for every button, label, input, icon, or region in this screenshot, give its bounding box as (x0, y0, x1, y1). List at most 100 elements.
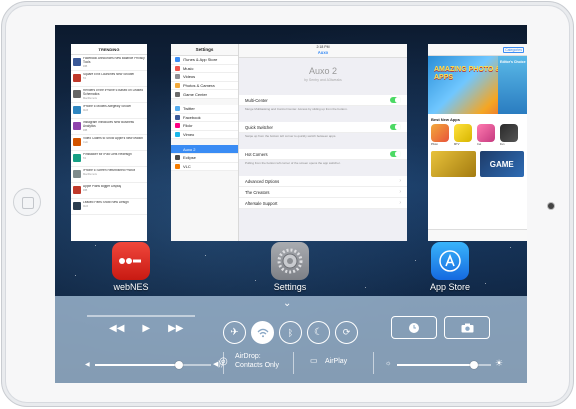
trending-thumbnail (73, 74, 81, 82)
app-icon[interactable] (454, 124, 472, 142)
webnes-icon[interactable] (112, 242, 150, 280)
app-card-settings[interactable]: Settings iTunes & App Store Music Videos Ph… (171, 44, 407, 241)
trending-item[interactable]: Apple Plans Bigger Display iDB (71, 183, 147, 199)
settings-item-label: Videos (183, 74, 196, 80)
trending-item[interactable]: Instagram Introduces New Business Analyt… (71, 119, 147, 135)
settings-row[interactable]: Advanced Options › (239, 176, 407, 187)
app-icon-row (428, 124, 527, 142)
settings-sidebar-item[interactable]: Eclipse (171, 153, 238, 163)
settings-item-label: Auxo 2 (183, 146, 196, 152)
trending-item[interactable]: Leaked Parts Show New Design 9to5 (71, 199, 147, 215)
settings-sidebar-item[interactable]: Flickr (171, 122, 238, 131)
trending-thumbnail (73, 122, 81, 130)
settings-sidebar-item[interactable]: Vimeo (171, 130, 238, 140)
airplay-icon[interactable]: ▭ (310, 356, 318, 365)
chevron-right-icon: › (399, 189, 401, 195)
settings-row[interactable]: Aftersale Support › (239, 198, 407, 209)
volume-fill (95, 364, 179, 366)
play-icon[interactable]: ▶ (142, 323, 150, 334)
trending-thumbnail (73, 106, 81, 114)
settings-sidebar-item[interactable]: Twitter (171, 104, 238, 114)
settings-sidebar-item[interactable]: iTunes & App Store (171, 56, 238, 65)
divider (293, 352, 294, 374)
feature-row: GAME (431, 151, 524, 178)
settings-sidebar-item[interactable]: Videos (171, 73, 238, 82)
app-name: Photo (431, 143, 438, 146)
feature-tile-game[interactable]: GAME (479, 151, 524, 178)
airdrop-label[interactable]: AirDrop: (235, 353, 261, 360)
camera-button[interactable] (444, 316, 490, 339)
settings-gear-icon[interactable] (271, 242, 309, 280)
toggle-switch[interactable] (390, 150, 401, 158)
clock-button[interactable] (391, 316, 437, 339)
hero-subtitle: by Sentry and A3tweaks (304, 78, 342, 82)
wifi-icon[interactable] (251, 321, 274, 344)
toggle-switch[interactable] (390, 96, 401, 104)
app-label-appstore: App Store (429, 282, 471, 292)
chevron-right-icon: › (399, 178, 401, 184)
next-track-icon[interactable]: ▶▶ (168, 323, 183, 334)
settings-item-icon (175, 114, 180, 120)
volume-knob[interactable] (174, 361, 183, 369)
grabber-chevron-icon[interactable]: ⌄ (283, 299, 291, 309)
app-card-trending[interactable]: TRENDING Facebook Announces New Balance … (71, 44, 147, 241)
airdrop-value[interactable]: Contacts Only (235, 362, 279, 369)
settings-row-label: The Creators (245, 189, 270, 195)
scrubber-track[interactable] (87, 315, 195, 317)
brightness-slider[interactable] (397, 361, 491, 369)
settings-sidebar-item[interactable]: Facebook (171, 113, 238, 123)
wifi-glyph-icon (257, 328, 268, 337)
screen: TRENDING Facebook Announces New Balance … (55, 25, 527, 383)
settings-item-label: Flickr (183, 123, 193, 129)
trending-item[interactable]: Facebook Announces New Balance Privacy T… (71, 55, 147, 71)
settings-row[interactable]: The Creators › (239, 187, 407, 198)
settings-item-label: Facebook (183, 114, 201, 120)
trending-text: Facebook Announces New Balance Privacy T… (83, 57, 145, 69)
app-name: Fun (500, 143, 505, 146)
settings-item-label: Game Center (183, 91, 208, 97)
rotation-lock-icon[interactable]: ⟳ (335, 321, 358, 344)
trending-item[interactable]: Square Enix Launches New Shooter TA (71, 71, 147, 87)
airdrop-icon[interactable]: ◎ (219, 356, 228, 367)
settings-sidebar-item[interactable]: Game Center (171, 90, 238, 99)
airplay-label[interactable]: AirPlay (325, 358, 347, 365)
brightness-knob[interactable] (470, 361, 479, 369)
home-button[interactable] (13, 188, 41, 216)
settings-item-icon (175, 65, 180, 71)
airplane-mode-icon[interactable]: ✈ (223, 321, 246, 344)
trending-item[interactable]: iPhone 6 Screen Refurbished Photos MacRum… (71, 167, 147, 183)
settings-rows: Multi-Center Merge Multitasking and Contr… (239, 95, 407, 209)
trending-item[interactable]: Video Claims to Show Apple's New iWatch C… (71, 135, 147, 151)
app-icon[interactable] (500, 124, 518, 142)
settings-row[interactable]: Multi-Center (239, 95, 407, 106)
bluetooth-icon[interactable]: ᛒ (279, 321, 302, 344)
trending-item[interactable]: Renders of the iPhone 6 Based on Leaked … (71, 87, 147, 103)
settings-item-icon (175, 123, 180, 129)
settings-row[interactable]: Quick Switcher (239, 122, 407, 133)
app-names: Photo MTV Cut Fun (428, 142, 527, 147)
app-icon[interactable] (431, 124, 449, 142)
settings-item-icon (175, 57, 180, 63)
app-icon[interactable] (477, 124, 495, 142)
feature-tile[interactable] (431, 151, 476, 178)
toggle-switch[interactable] (390, 123, 401, 131)
previous-track-icon[interactable]: ◀◀ (109, 323, 124, 334)
do-not-disturb-icon[interactable]: ☾ (307, 321, 330, 344)
settings-sidebar: Settings iTunes & App Store Music Videos Ph… (171, 44, 239, 241)
settings-row[interactable]: Hot Corners (239, 149, 407, 160)
categories-button[interactable]: Categories (503, 47, 524, 53)
settings-sidebar-item[interactable]: Auxo 2 (171, 145, 238, 154)
trending-source: TA (83, 156, 87, 160)
settings-sidebar-item[interactable]: Photos & Camera (171, 81, 238, 91)
appstore-banner[interactable]: AMAZING PHOTO & VIDEO APPS Editor's Choi… (428, 56, 527, 114)
trending-item[interactable]: Pinstacker for iPad Gets Redesign TA (71, 151, 147, 167)
app-name: Cut (477, 143, 482, 146)
trending-headline: Square Enix Launches New Shooter (83, 73, 135, 76)
app-card-appstore[interactable]: Categories AMAZING PHOTO & VIDEO APPS Ed… (428, 44, 527, 241)
settings-sidebar-item[interactable]: Music (171, 64, 238, 74)
trending-item[interactable]: iPhone 6 Models Allegedly Shown 9to5 (71, 103, 147, 119)
settings-sidebar-item[interactable]: VLC (171, 162, 238, 172)
app-store-icon[interactable] (431, 242, 469, 280)
volume-slider[interactable] (95, 361, 211, 369)
brightness-low-icon: ☼ (385, 360, 392, 367)
